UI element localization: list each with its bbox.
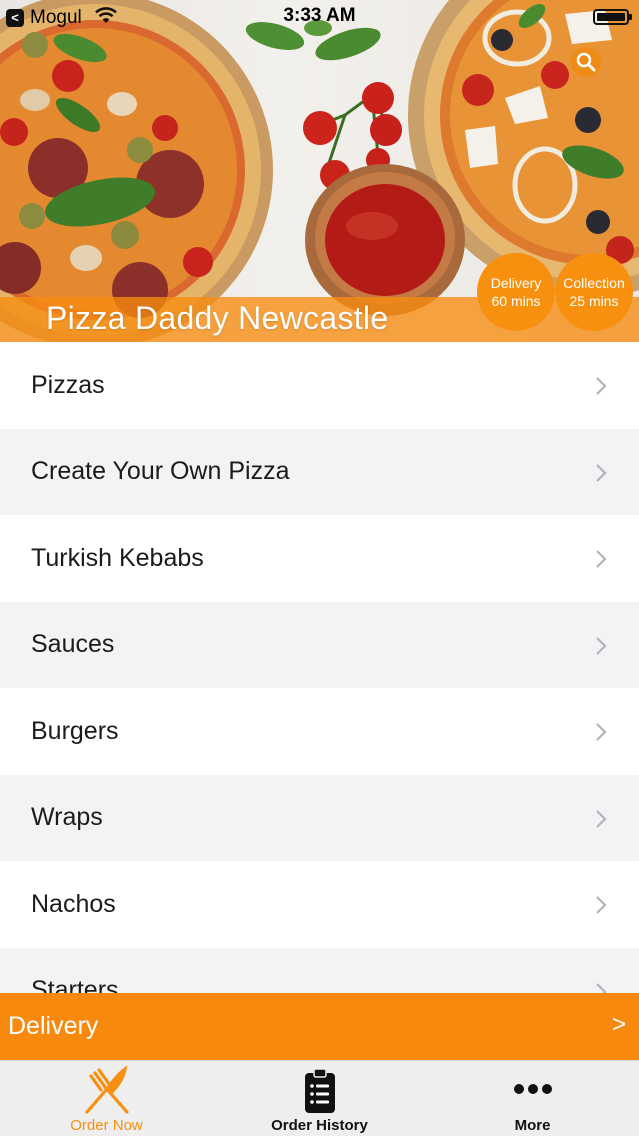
menu-item-label: Turkish Kebabs: [31, 543, 204, 572]
tab-label: More: [514, 1117, 551, 1134]
tab-order-now[interactable]: Order Now: [0, 1061, 213, 1136]
delivery-badge-time: 60 mins: [491, 293, 541, 309]
menu-item-sauces[interactable]: Sauces: [0, 601, 639, 688]
battery-icon: [593, 9, 632, 25]
menu-item-starters[interactable]: Starters: [0, 947, 639, 994]
menu-item-burgers[interactable]: Burgers: [0, 688, 639, 775]
collection-badge-label: Collection: [563, 275, 625, 291]
chevron-right-icon: [596, 463, 607, 482]
order-mode-arrow-icon: >: [612, 1011, 627, 1038]
delivery-time-badge: Delivery 60 mins: [477, 253, 555, 331]
tab-order-history[interactable]: Order History: [213, 1061, 426, 1136]
menu-category-list[interactable]: Pizzas Create Your Own Pizza Turkish Keb…: [0, 342, 639, 994]
chevron-right-icon: [596, 896, 607, 914]
order-mode-label: Delivery: [8, 1012, 99, 1040]
menu-item-label: Burgers: [31, 716, 119, 745]
menu-item-label: Wraps: [31, 803, 103, 832]
search-icon[interactable]: [569, 45, 603, 79]
hero-banner: < Mogul 3:33 AM Pizza Daddy Newcastle De…: [0, 0, 639, 342]
menu-item-label: Nachos: [31, 889, 116, 918]
chevron-right-icon: [596, 550, 607, 568]
menu-item-nachos[interactable]: Nachos: [0, 861, 639, 948]
order-mode-bar[interactable]: Delivery >: [0, 993, 639, 1060]
tab-more[interactable]: More: [426, 1061, 639, 1136]
menu-item-label: Starters: [31, 976, 119, 994]
status-bar: < Mogul 3:33 AM: [0, 0, 639, 34]
tab-label: Order Now: [70, 1117, 143, 1134]
tab-label: Order History: [271, 1117, 368, 1134]
chevron-right-icon: [596, 723, 607, 741]
tab-bar: Order Now Order History More: [0, 1060, 639, 1136]
menu-item-turkish-kebabs[interactable]: Turkish Kebabs: [0, 515, 639, 602]
chevron-right-icon: [596, 377, 607, 395]
chevron-right-icon: [596, 809, 607, 828]
menu-item-label: Pizzas: [31, 370, 105, 399]
status-time: 3:33 AM: [283, 5, 356, 26]
menu-item-create-your-own-pizza[interactable]: Create Your Own Pizza: [0, 428, 639, 515]
delivery-badge-label: Delivery: [490, 275, 542, 291]
collection-badge-time: 25 mins: [569, 293, 619, 309]
clipboard-list-icon: [304, 1068, 335, 1113]
menu-item-label: Create Your Own Pizza: [31, 457, 290, 486]
menu-item-label: Sauces: [31, 630, 115, 659]
menu-item-pizzas[interactable]: Pizzas: [0, 342, 639, 429]
collection-time-badge: Collection 25 mins: [555, 253, 633, 331]
chevron-right-icon: [596, 636, 607, 655]
more-dots-icon: [513, 1084, 552, 1094]
fork-knife-icon: [84, 1065, 129, 1114]
restaurant-name: Pizza Daddy Newcastle: [46, 300, 389, 336]
menu-item-wraps[interactable]: Wraps: [0, 774, 639, 861]
